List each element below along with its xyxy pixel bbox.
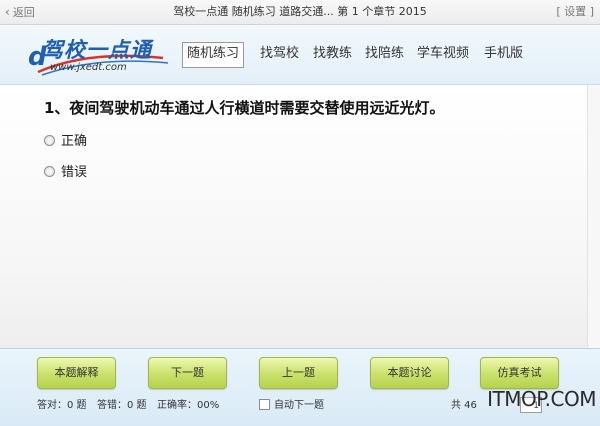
logo[interactable]: d 驾校一点通 www.jxedt.com — [28, 32, 178, 78]
auto-next-toggle[interactable]: 自动下一题 — [259, 398, 324, 413]
nav-find-coach[interactable]: 找教练 — [313, 42, 352, 66]
question-text: 1、夜间驾驶机动车通过人行横道时需要交替使用远近光灯。 — [44, 99, 445, 117]
nav-find-partner[interactable]: 找陪练 — [365, 42, 404, 66]
option-label: 正确 — [61, 134, 88, 149]
back-label: 返回 — [12, 6, 35, 19]
option-wrong[interactable]: 错误 — [44, 164, 87, 182]
logo-url: www.jxedt.com — [50, 62, 127, 73]
option-label: 错误 — [61, 165, 88, 180]
back-button[interactable]: ‹ 返回 — [5, 4, 35, 20]
header: d 驾校一点通 www.jxedt.com 随机练习 找驾校 找教练 找陪练 学… — [0, 25, 600, 85]
scrollbar[interactable] — [587, 85, 600, 348]
nav-mobile[interactable]: 手机版 — [484, 42, 523, 66]
option-correct[interactable]: 正确 — [44, 133, 87, 151]
correct-count: 答对：0 题 — [37, 400, 87, 411]
radio-icon[interactable] — [44, 135, 55, 146]
mock-exam-button[interactable]: 仿真考试 — [480, 357, 559, 389]
logo-text: 驾校一点通 — [42, 38, 152, 62]
nav-driving-videos[interactable]: 学车视频 — [417, 42, 469, 66]
accuracy-rate: 正确率：00% — [157, 400, 220, 411]
total-questions: 共 46 — [451, 400, 477, 411]
radio-icon[interactable] — [44, 166, 55, 177]
discuss-button[interactable]: 本题讨论 — [370, 357, 449, 389]
next-button[interactable]: 下一题 — [148, 357, 227, 389]
nav-find-school[interactable]: 找驾校 — [260, 42, 299, 66]
chevron-left-icon: ‹ — [5, 5, 10, 19]
watermark: ITMOP.COM — [487, 387, 596, 411]
settings-button[interactable]: [ 设置 ] — [556, 4, 594, 20]
auto-next-label: 自动下一题 — [274, 400, 324, 411]
window-title: 驾校一点通 随机练习 道路交通... 第 1 个章节 2015 — [173, 5, 427, 18]
wrong-count: 答错：0 题 — [97, 400, 147, 411]
question-panel: 1、夜间驾驶机动车通过人行横道时需要交替使用远近光灯。 正确 错误 — [0, 85, 588, 348]
nav-random-practice[interactable]: 随机练习 — [182, 42, 245, 68]
title-bar: ‹ 返回 驾校一点通 随机练习 道路交通... 第 1 个章节 2015 [ 设置… — [0, 0, 600, 25]
explain-button[interactable]: 本题解释 — [37, 357, 116, 389]
previous-button[interactable]: 上一题 — [259, 357, 338, 389]
checkbox-icon[interactable] — [259, 398, 270, 410]
